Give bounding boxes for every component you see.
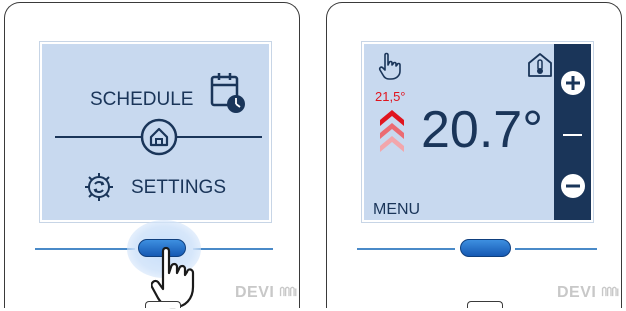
thermostat-device-menu: SCHEDULE SETTINGS DEVI: [4, 2, 300, 309]
menu-screen: SCHEDULE SETTINGS: [40, 42, 271, 222]
brand-waves-icon: [279, 286, 297, 297]
setpoint-value: 21,5°: [375, 89, 406, 104]
settings-menu-item[interactable]: SETTINGS: [131, 177, 226, 199]
menu-divider-right: [177, 136, 262, 138]
hand-icon: [378, 52, 401, 80]
house-thermometer-icon: [528, 53, 552, 77]
device-notch: [467, 301, 503, 308]
device-notch: [145, 301, 181, 308]
home-screen: 21,5° 20.7° MENU: [362, 42, 593, 222]
home-icon[interactable]: [139, 117, 179, 157]
adjust-sidebar: [554, 44, 591, 220]
current-temperature: 20.7°: [421, 101, 544, 159]
sidebar-divider: [563, 134, 582, 136]
minus-icon[interactable]: [560, 173, 586, 199]
plus-icon[interactable]: [560, 70, 586, 96]
brand-logo: DEVI: [557, 284, 597, 301]
touch-bar-line-right: [515, 248, 597, 250]
brand-waves-icon: [601, 286, 619, 297]
center-button[interactable]: [460, 239, 511, 257]
menu-button[interactable]: MENU: [373, 201, 420, 219]
brand-logo: DEVI: [235, 284, 275, 301]
schedule-menu-item[interactable]: SCHEDULE: [90, 89, 193, 111]
heating-chevrons-icon: [380, 110, 404, 152]
gear-sync-icon[interactable]: [82, 170, 116, 204]
calendar-clock-icon[interactable]: [210, 72, 246, 114]
thermostat-device-home: 21,5° 20.7° MENU DEVI: [326, 2, 622, 308]
menu-divider-left: [55, 136, 141, 138]
touch-bar-line-left: [357, 248, 455, 250]
touch-bar-line-left: [35, 248, 135, 250]
